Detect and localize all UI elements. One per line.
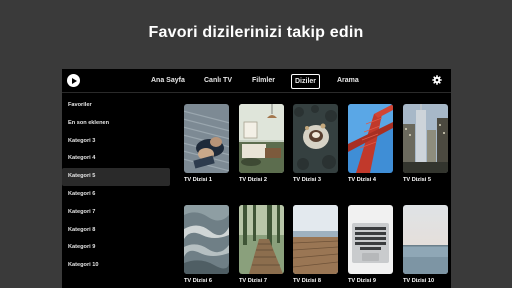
- show-card-5[interactable]: TV Dizisi 5: [403, 104, 448, 183]
- nav-home[interactable]: Ana Sayfa: [151, 74, 185, 89]
- red-bridge-photo: [348, 104, 393, 173]
- sidebar-item-recent[interactable]: En son eklenen: [62, 115, 172, 133]
- show-title: TV Dizisi 6: [184, 278, 212, 284]
- nav-search[interactable]: Arama: [337, 74, 359, 89]
- sidebar-item-category-6[interactable]: Kategori 6: [62, 186, 172, 204]
- play-logo-icon[interactable]: [67, 74, 80, 87]
- show-card-3[interactable]: TV Dizisi 3: [293, 104, 338, 183]
- show-card-6[interactable]: TV Dizisi 6: [184, 205, 229, 284]
- show-card-1[interactable]: TV Dizisi 1: [184, 104, 229, 183]
- city-skyline-photo: [403, 104, 448, 173]
- show-card-7[interactable]: TV Dizisi 7: [239, 205, 284, 284]
- coffee-cup-photo: [293, 104, 338, 173]
- promo-headline: Favori dizilerinizi takip edin: [148, 24, 364, 41]
- show-title: TV Dizisi 1: [184, 177, 212, 183]
- show-card-2[interactable]: TV Dizisi 2: [239, 104, 284, 183]
- tv-app-window: Ana Sayfa Canlı TV Filmler Diziler Arama…: [62, 69, 451, 288]
- nav-series[interactable]: Diziler: [291, 74, 321, 89]
- category-sidebar: Favoriler En son eklenen Kategori 3 Kate…: [62, 97, 172, 275]
- show-title: TV Dizisi 2: [239, 177, 267, 183]
- show-title: TV Dizisi 10: [403, 278, 435, 284]
- show-title: TV Dizisi 3: [293, 177, 321, 183]
- ocean-waves-photo: [184, 205, 229, 274]
- nav-movies[interactable]: Filmler: [252, 74, 275, 89]
- nav-live-tv[interactable]: Canlı TV: [204, 74, 232, 89]
- show-title: TV Dizisi 4: [348, 177, 376, 183]
- wooden-pier-photo: [293, 205, 338, 274]
- top-navigation-bar: Ana Sayfa Canlı TV Filmler Diziler Arama: [62, 69, 451, 93]
- show-title: TV Dizisi 7: [239, 278, 267, 284]
- sidebar-item-category-10[interactable]: Kategori 10: [62, 257, 172, 275]
- sidebar-item-category-3[interactable]: Kategori 3: [62, 133, 172, 151]
- forest-boardwalk-photo: [239, 205, 284, 274]
- show-title: TV Dizisi 9: [348, 278, 376, 284]
- show-card-10[interactable]: TV Dizisi 10: [403, 205, 448, 284]
- sidebar-item-category-7[interactable]: Kategori 7: [62, 204, 172, 222]
- room-interior-photo: [239, 104, 284, 173]
- sidebar-item-category-9[interactable]: Kategori 9: [62, 239, 172, 257]
- sea-horizon-photo: [403, 205, 448, 274]
- show-title: TV Dizisi 5: [403, 177, 431, 183]
- hands-on-laptop-photo: [184, 104, 229, 173]
- sidebar-item-category-8[interactable]: Kategori 8: [62, 222, 172, 240]
- laptop-keyboard-photo: [348, 205, 393, 274]
- sidebar-item-category-4[interactable]: Kategori 4: [62, 150, 172, 168]
- show-card-4[interactable]: TV Dizisi 4: [348, 104, 393, 183]
- gear-icon[interactable]: [432, 75, 442, 85]
- show-card-8[interactable]: TV Dizisi 8: [293, 205, 338, 284]
- show-title: TV Dizisi 8: [293, 278, 321, 284]
- sidebar-item-category-5[interactable]: Kategori 5: [62, 168, 170, 186]
- sidebar-item-favorites[interactable]: Favoriler: [62, 97, 172, 115]
- show-card-9[interactable]: TV Dizisi 9: [348, 205, 393, 284]
